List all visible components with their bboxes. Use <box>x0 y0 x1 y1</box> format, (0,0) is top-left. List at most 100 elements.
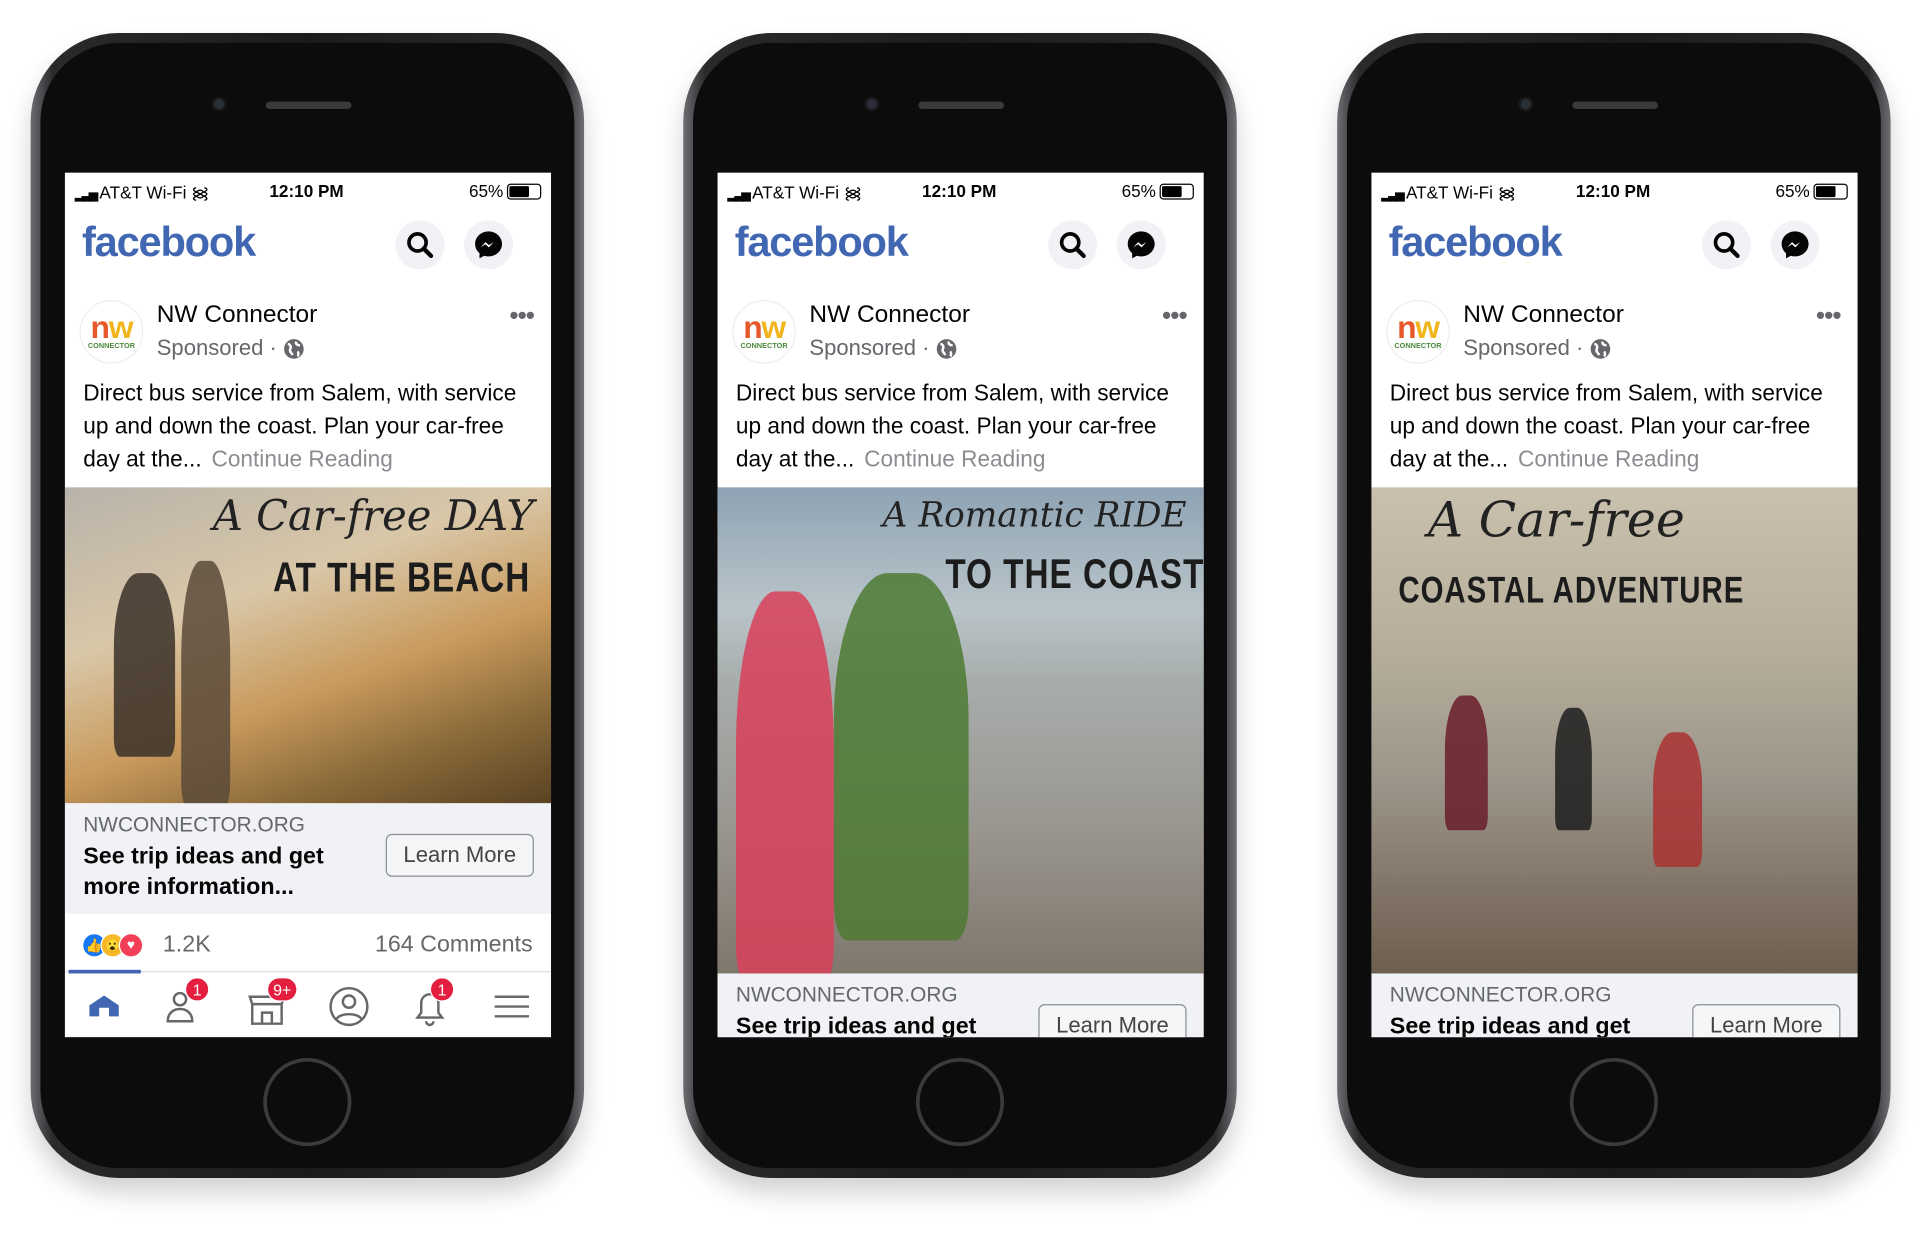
battery-status: 65% <box>1122 181 1194 201</box>
nav-friends[interactable]: 1 <box>160 977 210 1031</box>
search-button[interactable] <box>1048 220 1098 270</box>
battery-percent: 65% <box>1121 181 1156 201</box>
messenger-button[interactable] <box>1770 220 1820 270</box>
link-preview[interactable]: NWCONNECTOR.ORG See trip ideas and get m… <box>717 973 1204 1038</box>
nav-marketplace[interactable]: 9+ <box>242 977 298 1031</box>
search-icon <box>1059 232 1086 259</box>
globe-icon <box>1590 338 1611 359</box>
battery-status: 65% <box>1775 181 1848 201</box>
link-url: NWCONNECTOR.ORG <box>83 813 305 837</box>
love-icon: ♥ <box>118 933 144 958</box>
bottom-nav: 1 9+ 1 <box>64 969 552 1037</box>
globe-icon <box>284 338 304 359</box>
page-avatar[interactable]: nw CONNECTOR <box>79 300 144 364</box>
clock: 12:10 PM <box>1575 181 1651 201</box>
messenger-button[interactable] <box>1116 220 1166 270</box>
sponsored-label: Sponsored · <box>809 336 957 362</box>
carrier-label: ▂▃▅ AT&T Wi-Fi ᯼ <box>727 182 863 203</box>
wifi-icon: ᯼ <box>191 182 210 203</box>
battery-percent: 65% <box>1775 181 1810 201</box>
facebook-logo[interactable]: facebook <box>1389 219 1563 267</box>
ad-headline-line2: COASTAL ADVENTURE <box>1398 570 1745 612</box>
page-name[interactable]: NW Connector <box>1463 301 1624 329</box>
more-options-button[interactable]: ••• <box>1162 300 1188 332</box>
phone-2: ▂▃▅ AT&T Wi-Fi ᯼ 12:10 PM 65% facebook n… <box>683 33 1237 1178</box>
learn-more-button[interactable]: Learn More <box>1038 1004 1187 1038</box>
ad-photo-person <box>181 560 231 804</box>
ad-headline-line2: AT THE BEACH <box>273 554 531 602</box>
page-name[interactable]: NW Connector <box>809 301 970 329</box>
continue-reading-link[interactable]: Continue Reading <box>211 446 392 472</box>
ad-photo-person <box>113 573 176 757</box>
nav-menu[interactable] <box>487 982 536 1031</box>
page-name[interactable]: NW Connector <box>157 301 318 329</box>
ad-image[interactable]: A Car-free DAY AT THE BEACH <box>64 487 552 804</box>
wifi-icon: ᯼ <box>1497 182 1517 203</box>
ad-photo-person <box>833 573 969 941</box>
menu-icon <box>494 995 529 1018</box>
globe-icon <box>936 338 957 359</box>
home-button[interactable] <box>263 1057 352 1147</box>
page-avatar[interactable]: nw CONNECTOR <box>732 300 796 364</box>
wifi-icon: ᯼ <box>843 182 863 203</box>
search-icon <box>407 232 434 259</box>
clock: 12:10 PM <box>922 181 997 201</box>
signal-icon: ▂▃▅ <box>727 188 750 203</box>
carrier-label: ▂▃▅ AT&T Wi-Fi ᯼ <box>1381 182 1517 203</box>
phone-1: ▂▃▅ AT&T Wi-Fi ᯼ 12:10 PM 65% facebook n… <box>30 33 585 1178</box>
search-button[interactable] <box>1702 220 1752 270</box>
link-title: See trip ideas and get more information.… <box>1389 1013 1631 1038</box>
phone-3: ▂▃▅ AT&T Wi-Fi ᯼ 12:10 PM 65% facebook n… <box>1337 33 1891 1178</box>
battery-percent: 65% <box>468 181 504 201</box>
continue-reading-link[interactable]: Continue Reading <box>864 446 1045 472</box>
more-options-button[interactable]: ••• <box>1816 300 1842 332</box>
active-tab-indicator <box>68 969 141 974</box>
continue-reading-link[interactable]: Continue Reading <box>1518 446 1699 472</box>
ad-photo-person <box>1555 707 1592 831</box>
messenger-button[interactable] <box>464 220 514 270</box>
front-camera <box>1518 96 1534 112</box>
phone-screen: ▂▃▅ AT&T Wi-Fi ᯼ 12:10 PM 65% facebook n… <box>717 172 1204 1038</box>
page-avatar[interactable]: nw CONNECTOR <box>1386 300 1450 364</box>
speaker <box>918 101 1005 109</box>
post-text: Direct bus service from Salem, with serv… <box>1389 379 1823 472</box>
status-bar: ▂▃▅ AT&T Wi-Fi ᯼ 12:10 PM 65% <box>65 173 551 210</box>
link-url: NWCONNECTOR.ORG <box>735 983 958 1007</box>
reaction-icons[interactable]: 👍 😮 ♥ <box>82 933 144 958</box>
nav-profile[interactable] <box>324 982 373 1031</box>
facebook-logo[interactable]: facebook <box>82 219 256 267</box>
battery-icon <box>1159 183 1194 199</box>
link-preview[interactable]: NWCONNECTOR.ORG See trip ideas and get m… <box>64 803 552 913</box>
learn-more-button[interactable]: Learn More <box>385 833 534 877</box>
search-icon <box>1713 232 1740 259</box>
home-button[interactable] <box>915 1057 1005 1147</box>
ad-photo-person <box>1653 732 1703 867</box>
battery-icon <box>506 183 542 199</box>
learn-more-button[interactable]: Learn More <box>1692 1004 1841 1038</box>
nav-home[interactable] <box>80 982 129 1031</box>
more-options-button[interactable]: ••• <box>509 300 535 332</box>
comments-count[interactable]: 164 Comments <box>375 932 533 959</box>
ad-image[interactable]: A Car-free COASTAL ADVENTURE <box>1371 487 1858 974</box>
link-url: NWCONNECTOR.ORG <box>1389 983 1612 1007</box>
sponsored-label: Sponsored · <box>157 336 305 362</box>
phone-screen: ▂▃▅ AT&T Wi-Fi ᯼ 12:10 PM 65% facebook n… <box>1371 172 1858 1038</box>
marketplace-badge: 9+ <box>266 977 298 1002</box>
ad-photo-person <box>1444 695 1488 831</box>
profile-icon <box>329 986 369 1027</box>
facebook-logo[interactable]: facebook <box>735 219 909 267</box>
post-text: Direct bus service from Salem, with serv… <box>83 379 517 472</box>
link-preview[interactable]: NWCONNECTOR.ORG See trip ideas and get m… <box>1371 973 1858 1038</box>
friends-badge: 1 <box>184 977 210 1002</box>
notifications-badge: 1 <box>429 977 455 1002</box>
status-bar: ▂▃▅ AT&T Wi-Fi ᯼ 12:10 PM 65% <box>718 173 1204 210</box>
home-button[interactable] <box>1569 1057 1658 1147</box>
status-bar: ▂▃▅ AT&T Wi-Fi ᯼ 12:10 PM 65% <box>1371 173 1857 210</box>
battery-status: 65% <box>468 181 542 201</box>
reaction-count[interactable]: 1.2K <box>163 932 211 959</box>
messenger-icon <box>1781 231 1809 259</box>
speaker <box>265 101 352 109</box>
search-button[interactable] <box>395 220 445 270</box>
ad-image[interactable]: A Romantic RIDE TO THE COAST <box>717 487 1204 974</box>
nav-notifications[interactable]: 1 <box>405 977 455 1031</box>
